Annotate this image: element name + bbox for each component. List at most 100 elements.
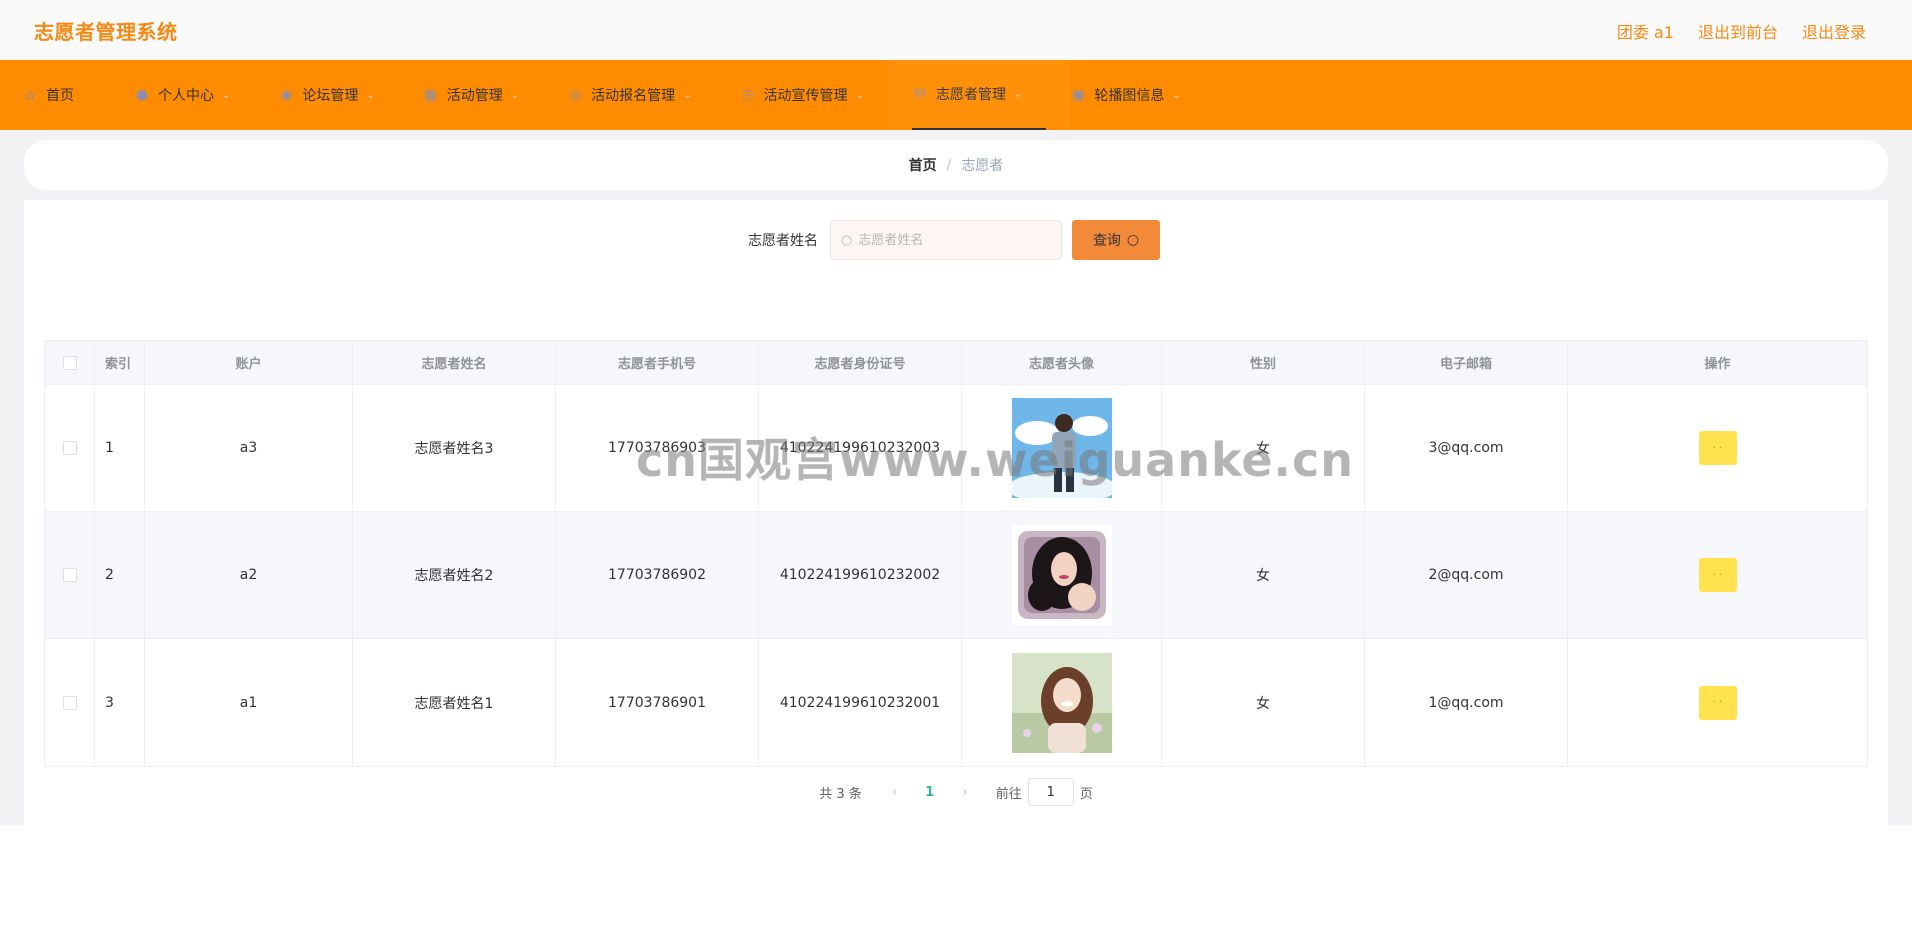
- account-cell: a3: [145, 385, 353, 511]
- mail-icon: ✉: [914, 86, 926, 102]
- home-icon: ⌂: [25, 87, 35, 103]
- table-header-row: 索引 账户 志愿者姓名 志愿者手机号 志愿者身份证号 志愿者头像 性别 电子邮箱…: [45, 341, 1867, 385]
- column-header: 志愿者手机号: [556, 341, 759, 384]
- table-row: 3 a1 志愿者姓名1 17703786901 4102241996102320…: [45, 639, 1867, 766]
- avatar-field-woman[interactable]: [1011, 652, 1112, 753]
- name-cell: 志愿者姓名2: [353, 512, 556, 638]
- nav-item-activity-signup[interactable]: ◎ 活动报名管理 ⌄: [567, 60, 715, 130]
- breadcrumb-current: 志愿者: [961, 158, 1004, 174]
- nav-item-carousel[interactable]: ▣ 轮播图信息 ⌄: [1070, 60, 1204, 130]
- column-header: 志愿者身份证号: [759, 341, 962, 384]
- chevron-down-icon: ⌄: [855, 89, 864, 101]
- page-number[interactable]: 1: [910, 785, 950, 800]
- chevron-down-icon: ⌄: [1013, 88, 1023, 100]
- index-cell: 3: [95, 639, 145, 766]
- column-header: 索引: [95, 341, 145, 384]
- nav-label: 轮播图信息: [1094, 88, 1165, 104]
- actions-cell: · ·: [1568, 385, 1867, 511]
- nav-item-activity[interactable]: ▦ 活动管理 ⌄: [423, 60, 543, 130]
- top-header: 志愿者管理系统 团委 a1 退出到前台 退出登录: [0, 0, 1912, 60]
- query-button[interactable]: 查询 ○: [1072, 220, 1160, 260]
- volunteer-table: 索引 账户 志愿者姓名 志愿者手机号 志愿者身份证号 志愿者头像 性别 电子邮箱…: [44, 340, 1868, 767]
- next-page-icon[interactable]: ›: [950, 785, 980, 800]
- row-checkbox[interactable]: [62, 441, 77, 455]
- logout-link[interactable]: 退出登录: [1802, 19, 1866, 43]
- row-select-cell: [45, 639, 95, 766]
- column-header: 操作: [1704, 357, 1731, 372]
- row-select-cell: [45, 512, 95, 638]
- action-button[interactable]: · ·: [1698, 431, 1737, 465]
- nav-item-volunteer[interactable]: ✉ 志愿者管理 ⌄: [887, 60, 1071, 130]
- search-field[interactable]: ○: [830, 220, 1062, 260]
- phone-cell: 17703786903: [556, 385, 759, 511]
- prev-page-icon[interactable]: ‹: [880, 785, 910, 800]
- breadcrumb-home[interactable]: 首页: [909, 155, 937, 175]
- search-form: 志愿者姓名 ○ 查询 ○: [24, 220, 1888, 260]
- actions-cell: · ·: [1568, 639, 1867, 766]
- breadcrumb-separator: /: [946, 157, 952, 173]
- email-cell: 1@qq.com: [1365, 639, 1568, 766]
- chevron-down-icon: ⌄: [683, 89, 692, 101]
- nav-label: 志愿者管理: [935, 87, 1006, 103]
- avatar-cell: [962, 639, 1162, 766]
- column-header: 性别: [1162, 341, 1365, 384]
- table-row: 2 a2 志愿者姓名2 17703786902 4102241996102320…: [45, 512, 1867, 639]
- column-header: 志愿者头像: [962, 341, 1162, 384]
- header-links: 团委 a1 退出到前台 退出登录: [1617, 19, 1866, 43]
- account-cell: a2: [145, 512, 353, 638]
- search-input[interactable]: [858, 232, 1039, 248]
- email-cell: 2@qq.com: [1365, 512, 1568, 638]
- content-panel: 志愿者姓名 ○ 查询 ○ 索引 账户 志愿者姓名 志愿者手机号 志愿者身份证号 …: [24, 200, 1888, 825]
- user-icon: ●: [135, 87, 149, 103]
- action-button[interactable]: · ·: [1698, 558, 1737, 592]
- avatar-sky-boy[interactable]: [1011, 398, 1112, 498]
- compass-icon: ◎: [569, 87, 582, 103]
- goto-label: 前往: [995, 786, 1022, 802]
- breadcrumb: 首页 / 志愿者: [24, 140, 1888, 190]
- column-header: 电子邮箱: [1365, 341, 1568, 384]
- search-icon: ○: [841, 232, 853, 248]
- table-row: 1 a3 志愿者姓名3 17703786903 4102241996102320…: [45, 385, 1867, 512]
- nav-label: 活动宣传管理: [763, 88, 848, 104]
- nav-label: 论坛管理: [302, 88, 359, 104]
- query-button-label: 查询: [1092, 233, 1121, 249]
- exit-to-frontend-link[interactable]: 退出到前台: [1698, 19, 1778, 43]
- select-all-checkbox[interactable]: [62, 355, 77, 370]
- chevron-down-icon: ⌄: [222, 89, 231, 101]
- main-nav: ⌂ 首页 ● 个人中心 ⌄ ◉ 论坛管理 ⌄ ▦ 活动管理 ⌄ ◎ 活动报名管理…: [0, 60, 1912, 130]
- row-checkbox[interactable]: [62, 568, 77, 582]
- goto-page-input[interactable]: [1027, 778, 1074, 806]
- current-user-link[interactable]: 团委 a1: [1617, 19, 1674, 43]
- row-select-cell: [45, 385, 95, 511]
- avatar-pillow-woman[interactable]: [1011, 525, 1112, 625]
- gender-cell: 女: [1162, 639, 1365, 766]
- id-card-cell: 410224199610232002: [759, 512, 962, 638]
- action-button[interactable]: · ·: [1698, 685, 1737, 720]
- goto-suffix: 页: [1079, 786, 1093, 802]
- avatar-cell: [962, 385, 1162, 511]
- pagination: 共 3 条 ‹ 1 › 前往 页: [24, 778, 1888, 806]
- total-count: 共 3 条: [819, 786, 862, 802]
- nav-item-forum[interactable]: ◉ 论坛管理 ⌄: [278, 60, 398, 130]
- row-checkbox[interactable]: [62, 695, 77, 710]
- nav-item-activity-promo[interactable]: ◷ 活动宣传管理 ⌄: [740, 60, 888, 130]
- nav-label: 个人中心: [158, 88, 214, 104]
- email-cell: 3@qq.com: [1365, 385, 1568, 511]
- gender-cell: 女: [1162, 512, 1365, 638]
- chevron-down-icon: ⌄: [510, 89, 520, 101]
- phone-cell: 17703786902: [556, 512, 759, 638]
- name-cell: 志愿者姓名3: [353, 385, 556, 511]
- gender-cell: 女: [1162, 385, 1365, 511]
- nav-label: 活动管理: [446, 88, 503, 104]
- bag-icon: ▣: [1071, 87, 1085, 103]
- column-header: 账户: [145, 341, 353, 384]
- account-cell: a1: [145, 639, 353, 766]
- search-label: 志愿者姓名: [748, 233, 818, 249]
- avatar-cell: [962, 512, 1162, 638]
- grid-icon: ▦: [424, 87, 438, 103]
- search-icon: ○: [1126, 232, 1140, 248]
- nav-item-personal-center[interactable]: ● 个人中心 ⌄: [134, 60, 254, 130]
- app-title: 志愿者管理系统: [34, 20, 178, 44]
- nav-item-home[interactable]: ⌂ 首页: [22, 60, 98, 130]
- nav-label: 首页: [46, 88, 74, 104]
